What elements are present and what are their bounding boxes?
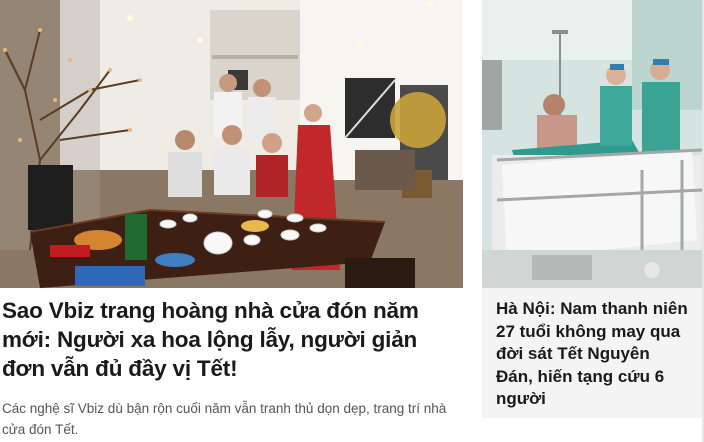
featured-article-title[interactable]: Sao Vbiz trang hoàng nhà cửa đón năm mới… bbox=[2, 296, 461, 383]
side-article-title-box[interactable]: Hà Nội: Nam thanh niên 27 tuổi không may… bbox=[482, 288, 704, 418]
side-article-title[interactable]: Hà Nội: Nam thanh niên 27 tuổi không may… bbox=[496, 298, 690, 411]
hospital-ward-photo-icon bbox=[482, 0, 704, 288]
featured-article[interactable]: Sao Vbiz trang hoàng nhà cửa đón năm mới… bbox=[0, 0, 463, 442]
featured-article-sapo: Các nghệ sĩ Vbiz dù bận rộn cuối năm vẫn… bbox=[2, 401, 447, 437]
family-new-year-photo-icon bbox=[0, 0, 463, 288]
side-article[interactable]: Hà Nội: Nam thanh niên 27 tuổi không may… bbox=[482, 0, 704, 442]
featured-article-image[interactable] bbox=[0, 0, 463, 288]
side-article-image[interactable] bbox=[482, 0, 704, 288]
